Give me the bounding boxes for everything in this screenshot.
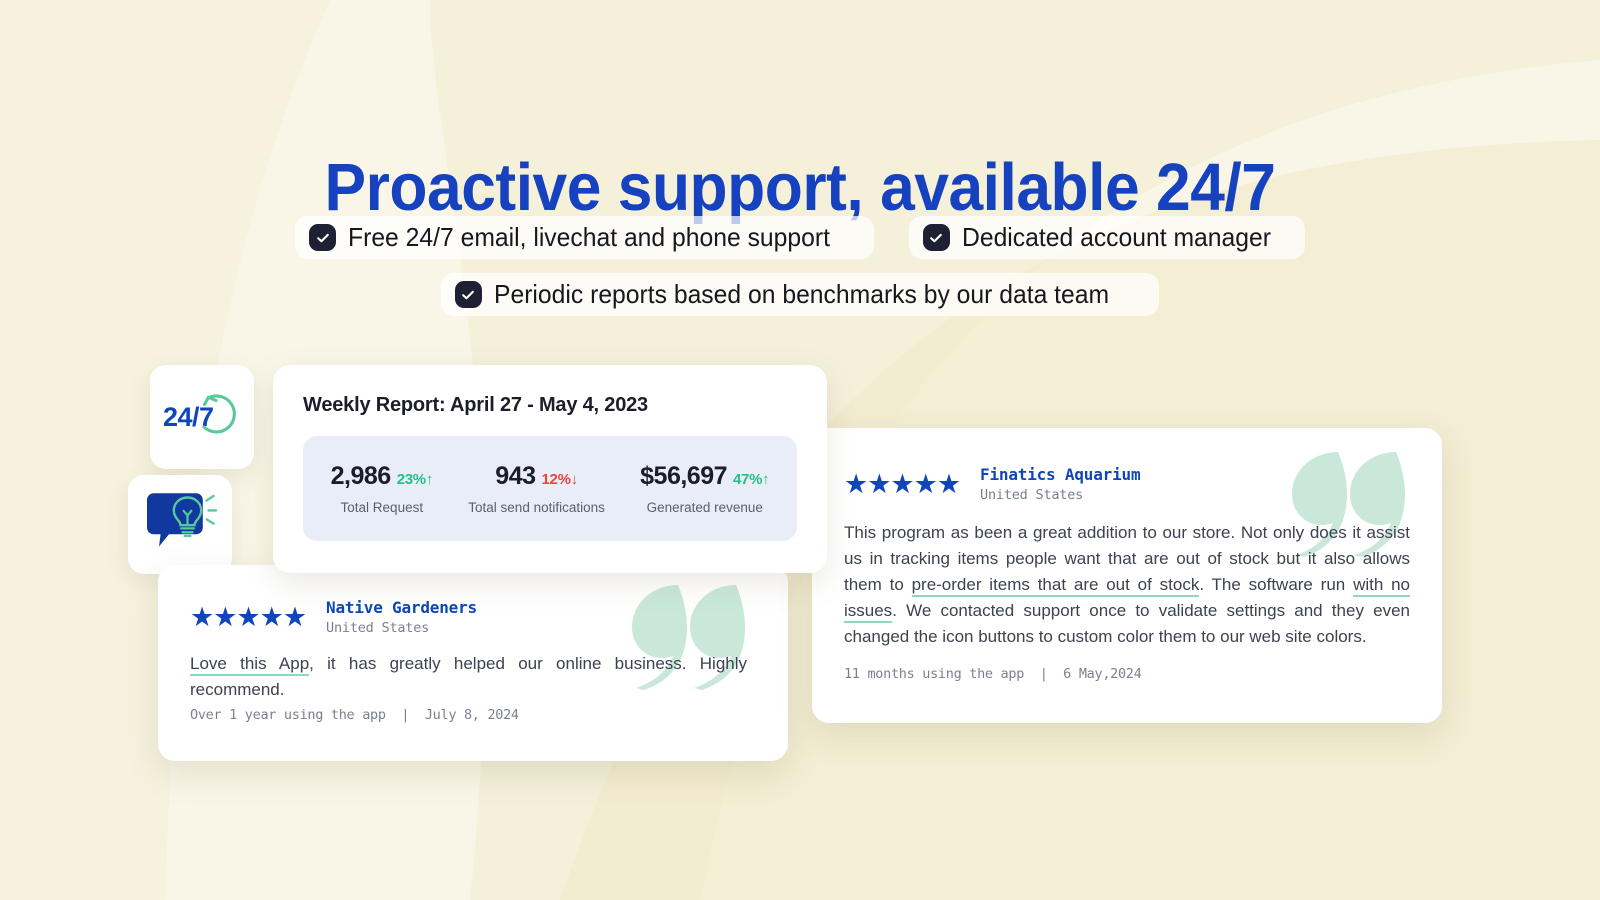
testimonial-body: This program as been a great addition to… (844, 520, 1411, 650)
check-circle-icon (922, 224, 950, 251)
feature-pill-row-2: Periodic reports based on benchmarks by … (0, 273, 1600, 316)
stat-label: Total send notifications (468, 500, 605, 515)
stat-value-row: 2,986 23%↑ (330, 462, 434, 491)
support-24-7-glyph: 24/7 (163, 391, 241, 443)
testimonial-author-name: Native Gardeners (326, 598, 477, 617)
feature-pill-label: Periodic reports based on benchmarks by … (493, 279, 1109, 309)
testimonial-card: ★★★★★ Finatics Aquarium United States Th… (812, 428, 1442, 723)
check-circle-icon (454, 281, 482, 308)
trend-down-arrow-icon: ↓ (570, 471, 579, 488)
testimonial-author-name: Finatics Aquarium (980, 465, 1141, 484)
chat-bubble-lightbulb-icon (143, 490, 218, 559)
refresh-arc-icon (195, 391, 241, 446)
stat-delta-percent: 12% (541, 471, 571, 488)
testimonial-header: ★★★★★ Finatics Aquarium United States (844, 465, 1141, 503)
rating-stars-icon: ★★★★★ (844, 468, 961, 499)
testimonial-highlight: pre-order items that are out of stock (911, 575, 1200, 597)
feature-pill: Free 24/7 email, livechat and phone supp… (295, 216, 874, 259)
stat-generated-revenue: $56,697 47%↑ Generated revenue (640, 462, 770, 515)
stat-value: $56,697 (640, 462, 728, 490)
stat-label: Generated revenue (646, 500, 763, 515)
stat-total-send-notifications: 943 12%↓ Total send notifications (468, 462, 605, 515)
rating-stars-icon: ★★★★★ (190, 601, 307, 632)
testimonial-body-text: . We contacted support once to validate … (844, 601, 1410, 646)
weekly-report-card: Weekly Report: April 27 - May 4, 2023 2,… (273, 365, 827, 573)
feature-pill: Periodic reports based on benchmarks by … (440, 273, 1160, 316)
testimonial-content: ★★★★★ Native Gardeners United States Lov… (158, 565, 788, 761)
feature-pill-label: Dedicated account manager (961, 222, 1271, 252)
stat-label: Total Request (340, 500, 424, 515)
stat-total-request: 2,986 23%↑ Total Request (330, 462, 434, 515)
stat-delta-percent: 47% (733, 471, 763, 488)
testimonial-author-location: United States (326, 620, 430, 636)
testimonial-body: Love this App, it has greatly helped our… (190, 651, 747, 703)
support-24-7-tile: 24/7 (150, 365, 254, 469)
check-circle-icon (309, 224, 337, 251)
stat-value: 2,986 (330, 462, 392, 490)
feature-pill-label: Free 24/7 email, livechat and phone supp… (348, 222, 831, 252)
trend-up-arrow-icon: ↑ (425, 471, 434, 488)
stat-delta: 23%↑ (396, 471, 434, 488)
testimonial-highlight: Love this App (190, 654, 310, 676)
trend-up-arrow-icon: ↑ (762, 471, 770, 488)
testimonial-content: ★★★★★ Finatics Aquarium United States Th… (812, 428, 1442, 723)
feature-pill: Dedicated account manager (908, 216, 1305, 259)
testimonial-footer: 11 months using the app | 6 May,2024 (844, 666, 1142, 682)
page-title: Proactive support, available 24/7 (324, 149, 1276, 225)
stat-delta: 47%↑ (733, 471, 770, 488)
stat-value-row: $56,697 47%↑ (640, 462, 770, 491)
stat-delta: 12%↓ (541, 471, 579, 488)
feature-pill-row-1: Free 24/7 email, livechat and phone supp… (0, 216, 1600, 259)
testimonial-author-block: Native Gardeners United States (326, 598, 477, 636)
hero-section: Proactive support, available 24/7 Free 2… (0, 0, 1600, 900)
stat-delta-percent: 23% (396, 471, 426, 488)
testimonial-footer: Over 1 year using the app | July 8, 2024 (190, 707, 519, 723)
stat-value: 943 (495, 462, 536, 490)
weekly-report-title: Weekly Report: April 27 - May 4, 2023 (303, 394, 648, 416)
testimonial-card: ★★★★★ Native Gardeners United States Lov… (158, 565, 788, 761)
stat-value-row: 943 12%↓ (468, 462, 605, 491)
testimonial-author-location: United States (980, 487, 1084, 503)
testimonial-body-text: . The software run (1199, 575, 1354, 594)
weekly-report-stats-panel: 2,986 23%↑ Total Request 943 12%↓ Total … (303, 436, 797, 541)
testimonial-header: ★★★★★ Native Gardeners United States (190, 598, 477, 636)
chat-idea-tile (128, 475, 232, 574)
testimonial-author-block: Finatics Aquarium United States (980, 465, 1141, 503)
